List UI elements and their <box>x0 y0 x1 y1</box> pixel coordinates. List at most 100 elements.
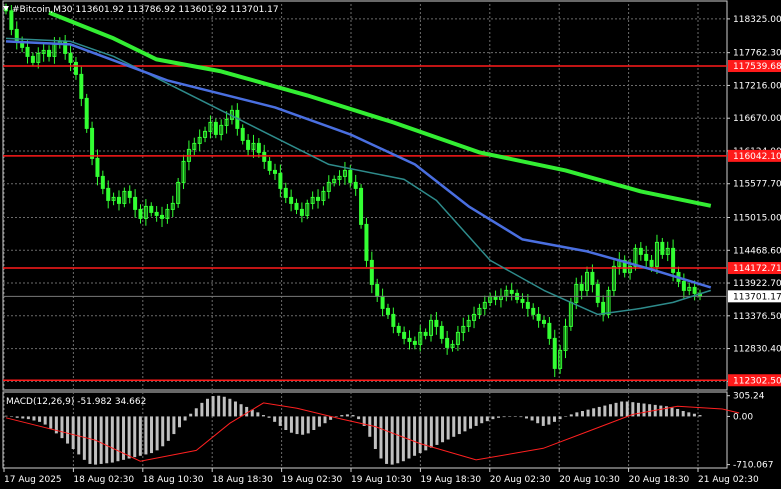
macd-bar <box>519 416 523 418</box>
macd-bar <box>502 416 506 418</box>
y-tick-label: 118325.00 <box>733 15 781 25</box>
candle-body <box>369 259 374 285</box>
macd-bar <box>457 416 461 435</box>
candle-body <box>412 340 417 345</box>
candle-body <box>364 223 369 261</box>
macd-bar <box>580 411 584 417</box>
x-tick-label: 20 Aug 02:30 <box>490 475 551 485</box>
macd-bar <box>692 413 696 417</box>
macd-bar <box>441 416 445 443</box>
macd-bar <box>284 416 288 430</box>
macd-bar <box>446 416 450 440</box>
candle-body <box>47 49 52 57</box>
macd-bar <box>485 416 489 422</box>
candle-body <box>138 208 143 219</box>
candle-body <box>525 301 530 309</box>
macd-bar <box>38 416 42 422</box>
macd-bar <box>245 406 249 417</box>
macd-bar <box>71 416 75 449</box>
macd-bar <box>4 415 8 417</box>
macd-bar <box>222 396 226 417</box>
macd-bar <box>345 414 349 417</box>
x-tick-label: 20 Aug 18:30 <box>629 475 690 485</box>
macd-bar <box>642 403 646 417</box>
macd-bar <box>558 416 562 420</box>
macd-bar <box>429 416 433 448</box>
macd-bar <box>636 402 640 417</box>
candle-body <box>509 289 514 294</box>
macd-bar <box>648 404 652 417</box>
x-tick-label: 19 Aug 02:30 <box>282 475 343 485</box>
candle-body <box>359 187 364 225</box>
macd-bar <box>317 416 321 427</box>
macd-bar <box>357 416 361 420</box>
x-tick-label: 18 Aug 10:30 <box>143 475 204 485</box>
macd-title: MACD(12,26,9) -51.982 34.662 <box>6 397 146 407</box>
macd-bar <box>452 416 456 437</box>
candle-body <box>262 151 267 162</box>
candle-body <box>493 295 498 300</box>
x-tick-label: 18 Aug 02:30 <box>73 475 134 485</box>
macd-bar <box>418 416 422 454</box>
y-tick-label: 115577.70 <box>733 180 781 190</box>
macd-bar <box>586 409 590 417</box>
candle-body <box>407 337 412 342</box>
candle-body <box>601 301 606 315</box>
macd-bar <box>144 416 148 455</box>
candle-body <box>25 46 30 57</box>
macd-bar <box>66 416 70 444</box>
macd-bar <box>659 405 663 417</box>
candle-body <box>154 211 159 216</box>
macd-bar <box>228 398 232 417</box>
x-axis: 17 Aug 2025 18 Aug 02:30 18 Aug 10:30 18 Au… <box>3 468 759 485</box>
candle-body <box>531 307 536 315</box>
candle-body <box>353 181 358 189</box>
candle-body <box>552 337 557 369</box>
macd-bar <box>670 407 674 417</box>
macd-bar <box>32 416 36 421</box>
macd-bar <box>43 416 47 425</box>
y-tick-label: 114468.60 <box>733 246 781 256</box>
candle-body <box>660 241 665 255</box>
macd-bar <box>620 401 624 417</box>
macd-bar <box>323 416 327 424</box>
candle-body <box>649 259 654 267</box>
macd-bar <box>88 416 92 464</box>
candle-body <box>95 157 100 177</box>
macd-bar <box>491 416 495 420</box>
macd-bar <box>267 416 271 418</box>
macd-bar <box>513 416 517 417</box>
macd-bar <box>435 416 439 445</box>
macd-bar <box>681 411 685 417</box>
candle-body <box>68 52 73 63</box>
macd-bar <box>127 416 131 459</box>
macd-bar <box>525 416 528 419</box>
macd-bar <box>480 416 484 424</box>
macd-bar <box>676 408 680 417</box>
macd-bar <box>474 416 478 426</box>
candle-body <box>536 313 541 321</box>
level-label: 117539.68 <box>733 62 781 72</box>
candle-body <box>272 169 277 174</box>
candle-body <box>84 97 89 129</box>
candle-body <box>348 169 353 183</box>
macd-bar <box>614 402 618 417</box>
candle-body <box>294 202 299 210</box>
y-axis-price: 118325.00117762.30117216.00116670.001161… <box>727 15 781 387</box>
macd-bar <box>138 416 142 456</box>
candle-body <box>73 61 78 75</box>
macd-tick-label: 0.00 <box>733 412 753 422</box>
candle-body <box>289 196 294 204</box>
macd-bar <box>536 416 540 424</box>
candle-body <box>391 313 396 327</box>
candle-body <box>380 295 385 309</box>
macd-bar <box>687 412 691 417</box>
candle-body <box>579 283 584 291</box>
macd-bar <box>575 412 579 417</box>
x-tick-label: 18 Aug 18:30 <box>212 475 273 485</box>
macd-bar <box>592 408 596 417</box>
macd-bar <box>21 416 25 419</box>
candle-body <box>256 142 261 153</box>
candle-body <box>590 271 595 285</box>
y-tick-label: 113376.50 <box>733 312 781 322</box>
